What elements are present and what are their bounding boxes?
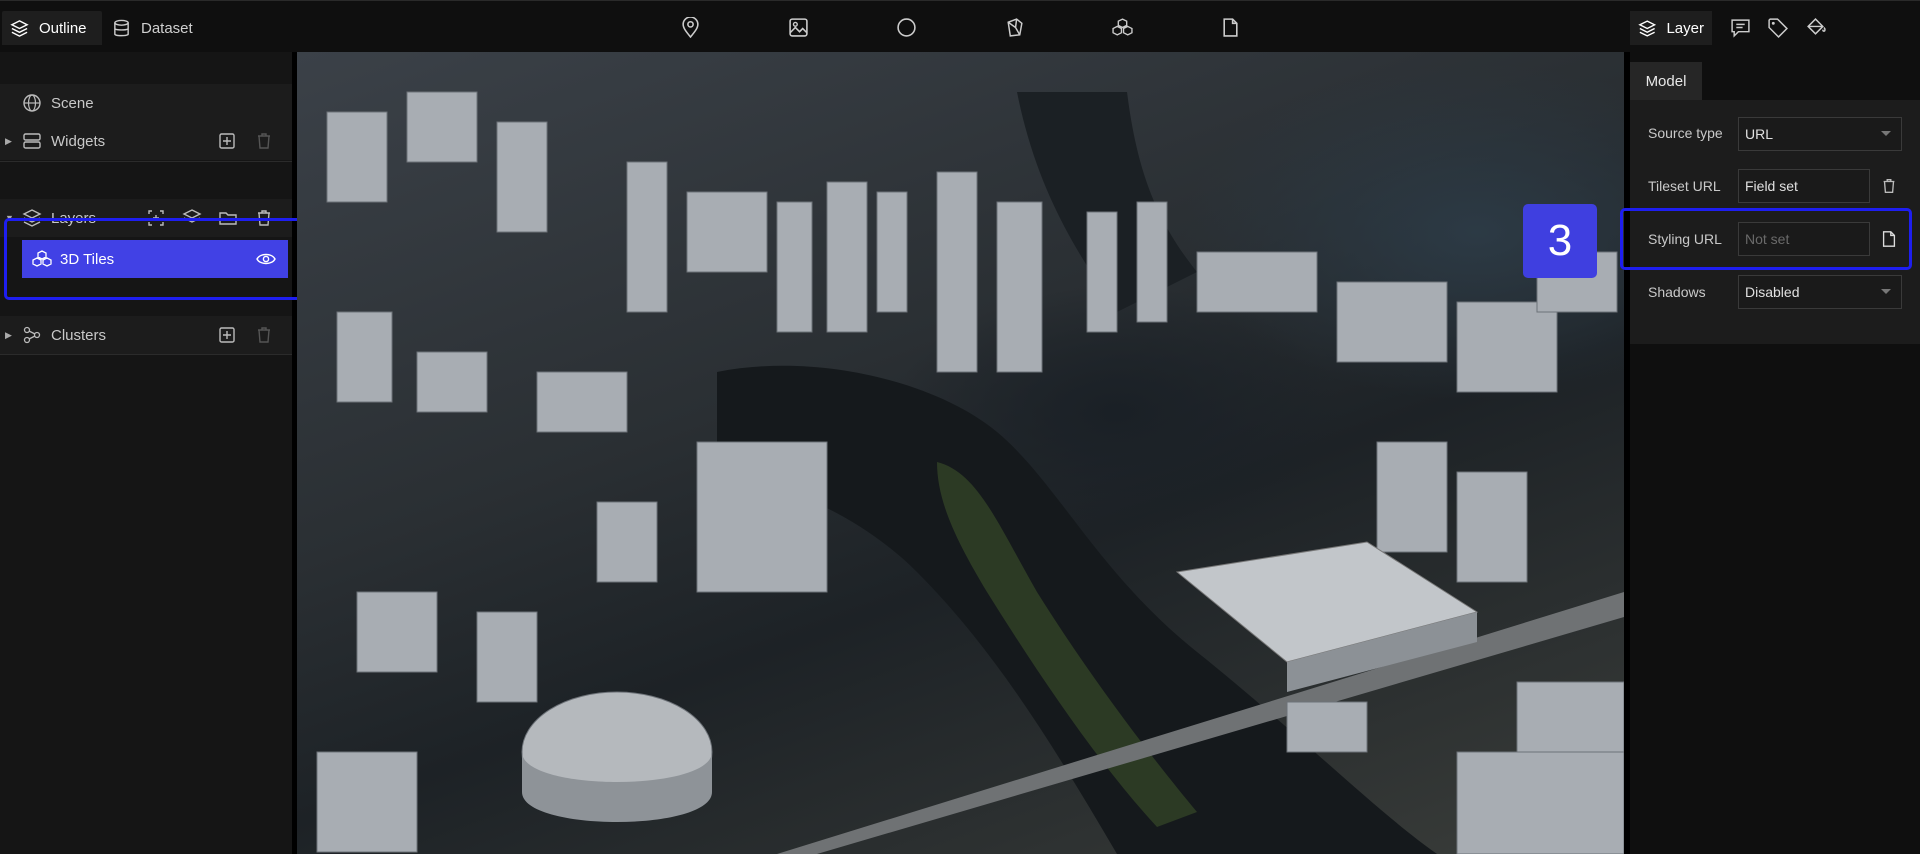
- infobox-tab[interactable]: [1728, 15, 1752, 39]
- circle-tool[interactable]: [894, 15, 918, 39]
- circle-icon: [896, 17, 916, 37]
- shadows-value: Disabled: [1745, 284, 1800, 300]
- city-3d-view: [316, 91, 1624, 854]
- shadows-select[interactable]: Disabled: [1738, 275, 1902, 309]
- image-icon: [788, 17, 808, 37]
- caret-right-icon[interactable]: ▶: [5, 136, 12, 147]
- style-tab[interactable]: [1803, 15, 1827, 39]
- paint-bucket-icon: [1806, 17, 1826, 35]
- image-tool[interactable]: [786, 15, 810, 39]
- cluster-icon: [1111, 17, 1133, 36]
- widgets-row[interactable]: ▶ Widgets: [0, 122, 292, 160]
- scene-label: Scene: [51, 94, 94, 112]
- tab-model[interactable]: Model: [1630, 62, 1702, 100]
- highlight-box: [1620, 208, 1912, 270]
- clusters-icon: [23, 326, 41, 344]
- divider: [0, 161, 292, 162]
- tileset-url-input[interactable]: Field set: [1738, 169, 1870, 203]
- tileset-url-label: Tileset URL: [1648, 178, 1721, 194]
- step-badge: 3: [1523, 204, 1597, 278]
- clusters-row[interactable]: ▶ Clusters: [0, 316, 292, 354]
- file-icon: [1222, 17, 1238, 37]
- highlight-box: [4, 218, 304, 300]
- layers-icon: [1638, 19, 1657, 37]
- marker-icon: [681, 16, 699, 38]
- chevron-down-icon: [1881, 131, 1891, 136]
- clusters-label: Clusters: [51, 326, 107, 344]
- add-widget-icon[interactable]: [217, 131, 237, 151]
- widgets-label: Widgets: [51, 132, 106, 150]
- globe-icon: [23, 94, 41, 112]
- add-cluster-icon[interactable]: [217, 325, 237, 345]
- comment-icon: [1730, 18, 1750, 38]
- trash-icon[interactable]: [254, 325, 274, 345]
- marker-tool[interactable]: [678, 15, 702, 39]
- tab-layer-label: Layer: [1666, 19, 1704, 37]
- source-type-value: URL: [1745, 126, 1774, 142]
- cluster-tool[interactable]: [1110, 15, 1134, 39]
- tab-layer[interactable]: Layer: [1630, 11, 1712, 45]
- trash-icon[interactable]: [1880, 177, 1898, 195]
- outline-panel: [0, 52, 292, 854]
- database-icon: [114, 19, 129, 36]
- source-type-label: Source type: [1648, 125, 1723, 141]
- tab-dataset[interactable]: Dataset: [104, 11, 204, 45]
- file-tool[interactable]: [1218, 15, 1242, 39]
- caret-right-icon[interactable]: ▶: [5, 330, 12, 341]
- source-type-select[interactable]: URL: [1738, 117, 1902, 151]
- chevron-down-icon: [1881, 289, 1891, 294]
- tab-outline-label: Outline: [39, 19, 87, 37]
- polygon-tool[interactable]: [1002, 15, 1026, 39]
- shadows-label: Shadows: [1648, 284, 1706, 300]
- layers-icon: [10, 19, 29, 37]
- tag-icon: [1767, 17, 1788, 38]
- trash-icon[interactable]: [254, 131, 274, 151]
- widgets-icon: [23, 133, 41, 149]
- divider: [0, 354, 292, 355]
- tab-dataset-label: Dataset: [141, 19, 193, 37]
- top-bar: Outline Dataset Layer: [0, 0, 1920, 52]
- tag-tab[interactable]: [1765, 15, 1789, 39]
- tileset-url-value: Field set: [1745, 178, 1798, 194]
- scene-row[interactable]: Scene: [0, 84, 292, 122]
- tab-outline[interactable]: Outline: [2, 11, 102, 45]
- polygon-box-icon: [1006, 17, 1023, 37]
- map-viewport[interactable]: [297, 52, 1624, 854]
